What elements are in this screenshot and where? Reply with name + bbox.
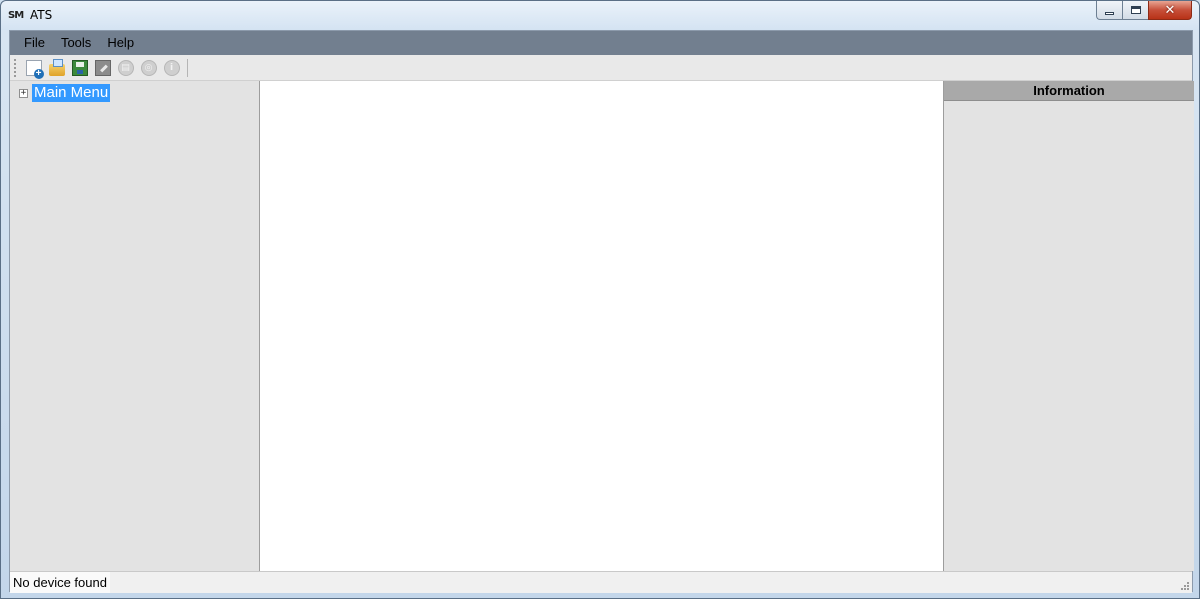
minimize-button[interactable] xyxy=(1096,1,1122,20)
information-panel-title: Information xyxy=(944,81,1194,101)
open-folder-icon xyxy=(48,58,65,76)
menu-file[interactable]: File xyxy=(16,31,53,55)
navigation-tree-panel[interactable]: + Main Menu xyxy=(10,81,260,571)
client-area: File Tools Help ▤ ◎ xyxy=(9,30,1194,593)
new-document-icon xyxy=(25,59,44,79)
status-bar: No device found xyxy=(10,571,1192,593)
close-button[interactable]: ✕ xyxy=(1148,1,1192,20)
minimize-icon xyxy=(1105,11,1114,15)
new-button[interactable] xyxy=(22,57,45,79)
tree-node-main-menu[interactable]: + Main Menu xyxy=(19,84,111,102)
title-bar[interactable]: SM ATS ✕ xyxy=(1,1,1199,30)
status-text: No device found xyxy=(10,572,110,593)
info-button[interactable]: i xyxy=(160,57,183,79)
window-controls: ✕ xyxy=(1096,1,1192,21)
window-title: ATS xyxy=(30,8,53,22)
close-icon: ✕ xyxy=(1164,2,1176,18)
toolbar-separator xyxy=(187,58,188,77)
edit-button[interactable] xyxy=(91,57,114,79)
maximize-icon xyxy=(1130,6,1141,14)
toolbar-grip[interactable] xyxy=(14,58,17,77)
application-window: SM ATS ✕ File Tools Help + ▤ ◎ i + Main … xyxy=(0,0,1200,599)
resize-grip-icon[interactable] xyxy=(1179,580,1189,590)
menu-bar: File Tools Help xyxy=(10,31,1192,55)
tree-node-label[interactable]: Main Menu xyxy=(32,84,111,102)
menu-help[interactable]: Help xyxy=(99,31,142,55)
expand-icon[interactable]: + xyxy=(19,88,28,98)
device-button[interactable]: ▤ xyxy=(114,57,137,79)
maximize-button[interactable] xyxy=(1122,1,1148,20)
device-icon: ▤ xyxy=(117,59,134,76)
main-content-panel[interactable] xyxy=(260,81,944,571)
save-icon xyxy=(71,59,88,76)
information-panel: Information xyxy=(944,81,1194,571)
menu-tools[interactable]: Tools xyxy=(53,31,99,55)
save-button[interactable] xyxy=(68,57,91,79)
toolbar: ▤ ◎ i xyxy=(10,55,1192,81)
info-icon: i xyxy=(163,59,180,76)
connect-button[interactable]: ◎ xyxy=(137,57,160,79)
app-icon: SM xyxy=(8,10,24,21)
connect-icon: ◎ xyxy=(140,59,157,76)
open-button[interactable] xyxy=(45,57,68,79)
edit-icon xyxy=(94,59,111,76)
